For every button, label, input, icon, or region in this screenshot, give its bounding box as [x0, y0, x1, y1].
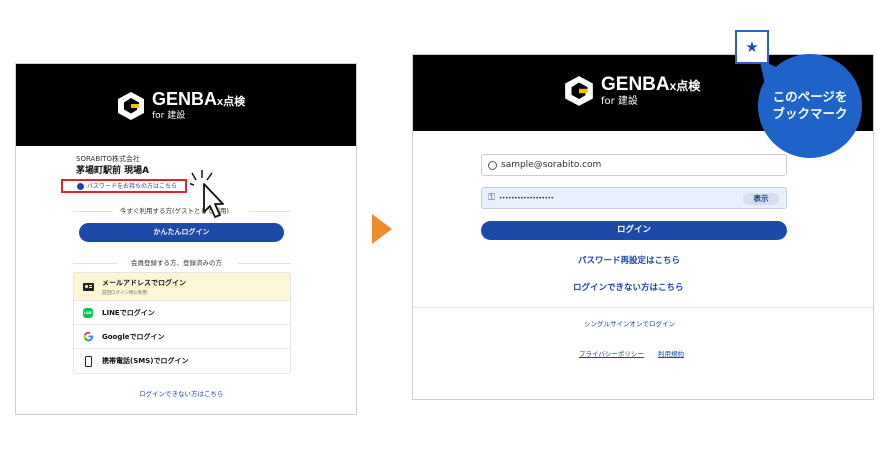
divider — [73, 211, 113, 212]
genba-logo-icon — [565, 76, 593, 106]
email-field[interactable]: sample@sorabito.com — [481, 154, 787, 176]
divider — [238, 263, 291, 264]
line-login-option[interactable]: LINE LINEでログイン — [74, 301, 290, 325]
divider — [73, 263, 117, 264]
login-screen-before: GENBAx点検 for 建設 SORABITO株式会社 茅場町駅前 現場A パ… — [15, 63, 357, 415]
logo-word: GENBA — [152, 89, 218, 109]
sso-login-link[interactable]: シングルサインオンでログイン — [584, 321, 675, 328]
divider — [413, 307, 873, 308]
site-name: 茅場町駅前 現場A — [76, 166, 150, 176]
google-icon — [83, 331, 94, 342]
logo-sub: for 建設 — [601, 96, 638, 107]
privacy-policy-link[interactable]: プライバシーポリシー — [579, 351, 644, 358]
logo-word: GENBA — [601, 74, 670, 95]
sms-login-label: 携帯電話(SMS)でログイン — [102, 357, 189, 365]
bookmark-callout: このページを ブックマーク — [758, 54, 862, 158]
easy-login-button[interactable]: かんたんログイン — [79, 223, 284, 242]
logo-suffix: x点検 — [217, 96, 246, 108]
cannot-login-link[interactable]: ログインできない方はこちら — [573, 284, 684, 293]
genba-logo: GENBAx点検 for 建設 — [563, 75, 700, 107]
callout-line-2: ブックマーク — [772, 106, 848, 121]
user-icon — [488, 160, 497, 170]
google-login-option[interactable]: Googleでログイン — [74, 325, 290, 349]
callout-line-1: このページを — [772, 89, 848, 105]
logo-sub: for 建設 — [152, 111, 186, 121]
email-login-label: メールアドレスでログイン — [102, 278, 186, 287]
bookmark-button[interactable]: ★ — [735, 30, 769, 64]
header-bar: GENBAx点検 for 建設 — [16, 64, 356, 146]
line-login-label: LINEでログイン — [102, 308, 155, 317]
google-login-label: Googleでログイン — [102, 332, 165, 341]
password-reset-link[interactable]: パスワード再設定はこちら — [578, 257, 680, 266]
transition-arrow-icon — [372, 214, 392, 244]
pointer-cursor-icon — [190, 170, 224, 218]
id-card-icon — [82, 282, 94, 291]
company-name: SORABITO株式会社 — [76, 155, 140, 163]
genba-logo-icon — [118, 91, 144, 120]
show-password-button[interactable]: 表示 — [743, 193, 779, 205]
email-login-option[interactable]: メールアドレスでログイン 前回ログイン時に利用 — [74, 273, 290, 301]
line-icon: LINE — [83, 307, 93, 318]
logo-suffix: x点検 — [669, 79, 701, 93]
sms-login-option[interactable]: 携帯電話(SMS)でログイン — [74, 349, 290, 373]
cannot-login-link[interactable]: ログインできない方はこちら — [139, 391, 224, 398]
password-mask: •••••••••••••••••• — [498, 194, 554, 202]
email-login-sub: 前回ログイン時に利用 — [102, 290, 147, 296]
star-icon: ★ — [745, 37, 759, 56]
password-field[interactable]: ⚿ •••••••••••••••••• 表示 — [481, 187, 787, 209]
email-value: sample@sorabito.com — [501, 160, 602, 170]
login-button[interactable]: ログイン — [481, 221, 787, 240]
mobile-phone-icon — [84, 355, 92, 367]
highlight-box — [61, 179, 187, 193]
terms-link[interactable]: 利用規約 — [658, 351, 684, 358]
divider — [249, 211, 291, 212]
registered-heading: 会員登録する方、登録済みの方 — [131, 259, 222, 267]
login-options-list: メールアドレスでログイン 前回ログイン時に利用 LINE LINEでログイン G… — [73, 272, 291, 374]
key-icon: ⚿ — [488, 192, 495, 203]
genba-logo: GENBAx点検 for 建設 — [116, 90, 245, 121]
